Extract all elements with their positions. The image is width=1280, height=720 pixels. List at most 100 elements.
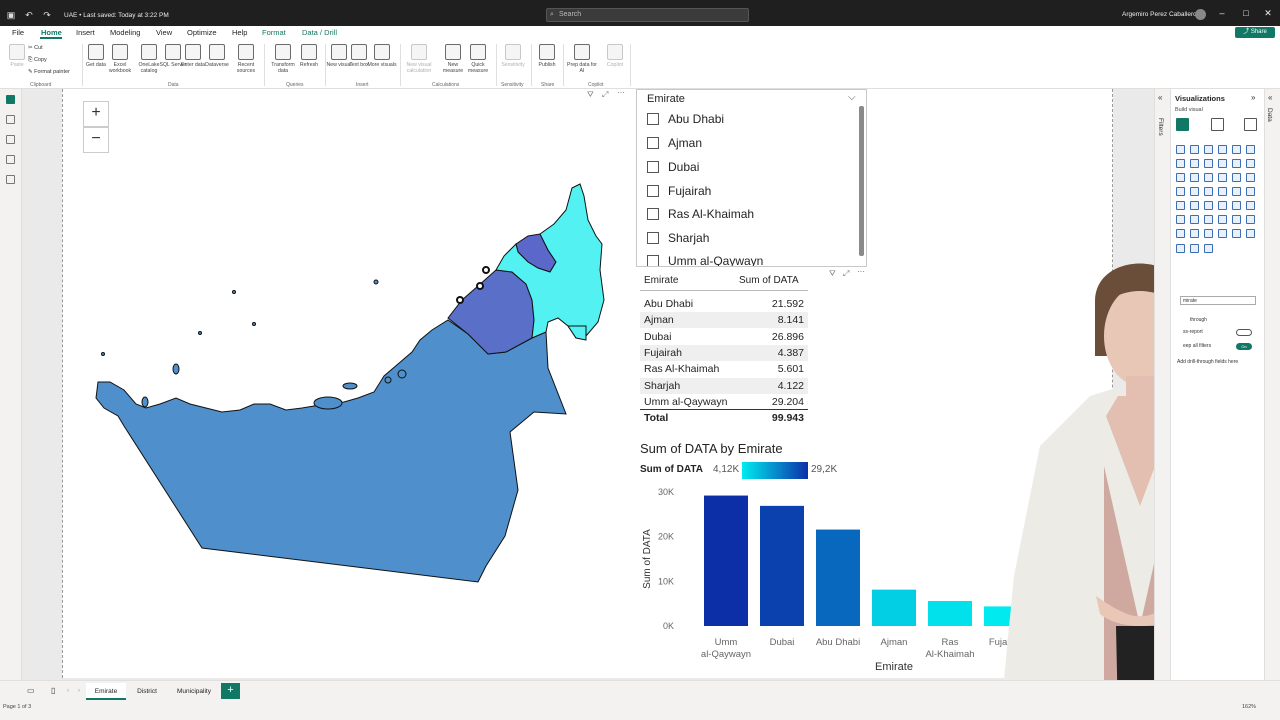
table-row[interactable]: Fujairah 4.387 bbox=[640, 345, 808, 361]
drill-through-hint[interactable]: Add drill-through fields here bbox=[1177, 359, 1238, 365]
slicer-item[interactable]: Sharjah bbox=[647, 229, 709, 247]
dataverse-button[interactable]: Dataverse bbox=[202, 44, 232, 68]
visual-type-icon[interactable] bbox=[1204, 244, 1213, 253]
desktop-layout-icon[interactable]: ▭ bbox=[27, 686, 35, 695]
visual-type-icon[interactable] bbox=[1218, 173, 1227, 182]
collapse-icon[interactable]: « bbox=[1268, 93, 1272, 102]
visual-type-icon[interactable] bbox=[1232, 229, 1241, 238]
format-visual-icon[interactable] bbox=[1211, 118, 1224, 131]
bar[interactable] bbox=[928, 600, 972, 626]
menu-data-drill[interactable]: Data / Drill bbox=[302, 28, 337, 37]
mobile-layout-icon[interactable]: ▯ bbox=[51, 686, 55, 695]
emirate-slicer[interactable]: Emirate ⌵ Abu Dhabi Ajman Dubai Fujairah… bbox=[636, 89, 867, 267]
menu-format[interactable]: Format bbox=[262, 28, 286, 37]
expand-icon[interactable]: » bbox=[1251, 93, 1255, 102]
visual-type-icon[interactable] bbox=[1176, 145, 1185, 154]
document-title[interactable]: UAE • Last saved: Today at 3:22 PM bbox=[64, 12, 169, 19]
visual-type-icon[interactable] bbox=[1232, 145, 1241, 154]
keep-filters-toggle[interactable]: On bbox=[1236, 343, 1252, 350]
minimize-icon[interactable]: – bbox=[1215, 8, 1229, 18]
visual-type-icon[interactable] bbox=[1176, 215, 1185, 224]
bar-chart[interactable]: 0K 10K 20K 30K Sum of DATA Ummal-Qaywayn Dubai… bbox=[638, 482, 1058, 678]
slicer-item[interactable]: Abu Dhabi bbox=[647, 110, 724, 128]
table-view-icon[interactable] bbox=[6, 115, 15, 124]
visual-type-icon[interactable] bbox=[1190, 159, 1199, 168]
checkbox[interactable] bbox=[647, 185, 659, 197]
tmdl-view-icon[interactable] bbox=[6, 175, 15, 184]
map-zoom-out-button[interactable]: − bbox=[83, 127, 109, 153]
checkbox[interactable] bbox=[647, 255, 659, 266]
focus-mode-icon[interactable]: ⤢ bbox=[843, 269, 849, 279]
visual-type-icon[interactable] bbox=[1176, 187, 1185, 196]
copy-button[interactable]: ⎘ Copy bbox=[28, 57, 47, 64]
visual-type-icon[interactable] bbox=[1204, 159, 1213, 168]
visual-type-icon[interactable] bbox=[1232, 159, 1241, 168]
visual-type-icon[interactable] bbox=[1190, 201, 1199, 210]
menu-file[interactable]: File bbox=[12, 28, 24, 37]
visual-type-icon[interactable] bbox=[1176, 244, 1185, 253]
visual-type-icon[interactable] bbox=[1190, 145, 1199, 154]
model-view-icon[interactable] bbox=[6, 135, 15, 144]
visual-type-icon[interactable] bbox=[1190, 215, 1199, 224]
search-input[interactable]: ⌕ Search bbox=[546, 8, 749, 22]
menu-optimize[interactable]: Optimize bbox=[187, 28, 217, 37]
share-button[interactable]: ⤴ Share bbox=[1235, 27, 1275, 38]
table-row[interactable]: Dubai 26.896 bbox=[640, 329, 808, 345]
bar[interactable] bbox=[816, 529, 860, 626]
visual-type-icon[interactable] bbox=[1176, 229, 1185, 238]
visual-type-icon[interactable] bbox=[1246, 145, 1255, 154]
visual-type-icon[interactable] bbox=[1218, 215, 1227, 224]
slicer-scrollbar[interactable] bbox=[859, 106, 864, 256]
visual-type-icon[interactable] bbox=[1246, 215, 1255, 224]
slicer-item[interactable]: Umm al-Qaywayn bbox=[647, 252, 763, 266]
menu-insert[interactable]: Insert bbox=[76, 28, 95, 37]
bar[interactable] bbox=[760, 505, 804, 626]
visual-type-icon[interactable] bbox=[1204, 173, 1213, 182]
visual-type-icon[interactable] bbox=[1204, 201, 1213, 210]
menu-view[interactable]: View bbox=[156, 28, 172, 37]
table-row[interactable]: Sharjah 4.122 bbox=[640, 378, 808, 394]
table-row[interactable]: Ras Al-Khaimah 5.601 bbox=[640, 361, 808, 377]
visual-type-icon[interactable] bbox=[1232, 201, 1241, 210]
report-view-icon[interactable] bbox=[6, 95, 15, 104]
visual-type-icon[interactable] bbox=[1246, 187, 1255, 196]
visual-type-icon[interactable] bbox=[1232, 187, 1241, 196]
avatar[interactable] bbox=[1195, 9, 1206, 20]
refresh-button[interactable]: Refresh bbox=[294, 44, 324, 68]
visual-type-icon[interactable] bbox=[1218, 201, 1227, 210]
filter-icon[interactable]: ⛛ bbox=[829, 269, 836, 279]
visual-type-icon[interactable] bbox=[1246, 173, 1255, 182]
collapse-icon[interactable]: « bbox=[1158, 93, 1162, 102]
visual-type-icon[interactable] bbox=[1190, 173, 1199, 182]
menu-modeling[interactable]: Modeling bbox=[110, 28, 140, 37]
column-header[interactable]: Emirate bbox=[644, 275, 678, 286]
visual-type-icon[interactable] bbox=[1218, 159, 1227, 168]
visual-type-icon[interactable] bbox=[1204, 145, 1213, 154]
visual-type-icon[interactable] bbox=[1246, 159, 1255, 168]
slicer-item[interactable]: Dubai bbox=[647, 158, 699, 176]
table-row[interactable]: Umm al-Qaywayn 29.204 bbox=[640, 394, 808, 410]
close-icon[interactable]: ✕ bbox=[1261, 8, 1275, 19]
quick-measure-button[interactable]: Quick measure bbox=[463, 44, 493, 74]
checkbox[interactable] bbox=[647, 113, 659, 125]
visual-type-icon[interactable] bbox=[1218, 187, 1227, 196]
page-tab-district[interactable]: District bbox=[129, 683, 165, 700]
maximize-icon[interactable]: □ bbox=[1239, 8, 1253, 18]
visual-type-icon[interactable] bbox=[1232, 215, 1241, 224]
bar[interactable] bbox=[872, 589, 916, 626]
table-row[interactable]: Abu Dhabi 21.592 bbox=[640, 296, 808, 312]
add-page-button[interactable]: + bbox=[221, 683, 240, 699]
prev-page-icon[interactable]: ‹ bbox=[67, 688, 69, 694]
cross-report-toggle[interactable] bbox=[1236, 329, 1252, 336]
page-tab-emirate[interactable]: Emirate bbox=[86, 683, 126, 700]
copilot-button[interactable]: Copilot bbox=[600, 44, 630, 68]
checkbox[interactable] bbox=[647, 208, 659, 220]
visual-type-icon[interactable] bbox=[1190, 229, 1199, 238]
slicer-item[interactable]: Ajman bbox=[647, 134, 702, 152]
map-visual[interactable] bbox=[70, 92, 626, 678]
cut-button[interactable]: ✂ Cut bbox=[28, 45, 43, 51]
visual-type-icon[interactable] bbox=[1246, 201, 1255, 210]
map-region-fujairah[interactable] bbox=[567, 325, 587, 341]
build-visual-icon[interactable] bbox=[1176, 118, 1189, 131]
zoom-level[interactable]: 162% bbox=[1242, 704, 1256, 710]
